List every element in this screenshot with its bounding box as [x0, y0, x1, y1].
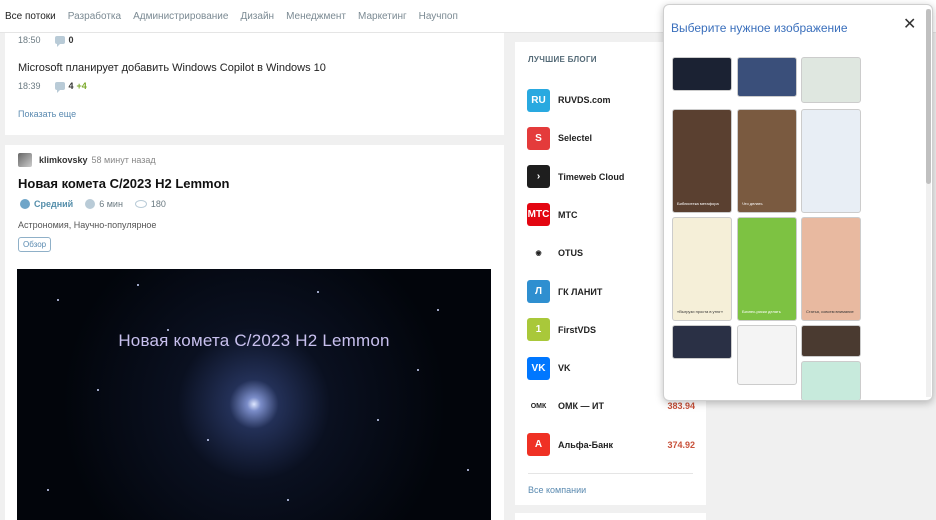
- show-more-link[interactable]: Показать еще: [18, 109, 76, 119]
- sidebar-next-block: [515, 513, 706, 520]
- tab-administration[interactable]: Администрирование: [133, 11, 228, 22]
- article-card: klimkovsky 58 минут назад Новая комета C…: [5, 145, 504, 520]
- popup-scrollbar[interactable]: [926, 9, 931, 397]
- author-name[interactable]: klimkovsky: [39, 155, 88, 165]
- image-thumbnail[interactable]: [801, 57, 861, 103]
- thumbnail-caption: Бизнес-риски делать: [742, 309, 781, 314]
- author-line: klimkovsky 58 минут назад: [18, 153, 156, 167]
- image-thumbnail[interactable]: [801, 109, 861, 213]
- image-thumbnail[interactable]: [801, 361, 861, 400]
- company-name[interactable]: ОМК — ИТ: [558, 401, 667, 411]
- tab-management[interactable]: Менеджмент: [286, 11, 346, 22]
- company-logo-icon: Л: [527, 280, 550, 303]
- company-rating: 374.92: [667, 439, 695, 450]
- image-thumbnail[interactable]: Что делать: [737, 109, 797, 213]
- comment-count[interactable]: 4: [69, 81, 74, 91]
- comment-icon: [54, 36, 65, 47]
- news-item-meta: 18:39 4 +4: [18, 81, 87, 93]
- comment-count[interactable]: 0: [69, 35, 74, 45]
- stream-tabs: Все потоки Разработка Администрирование …: [0, 0, 458, 33]
- company-logo-icon: ОМК: [527, 394, 550, 418]
- cover-title: Новая комета C/2023 H2 Lemmon: [118, 331, 390, 350]
- company-logo-icon: А: [527, 433, 550, 457]
- post-meta: Средний 6 мин 180: [20, 199, 178, 209]
- image-thumbnail[interactable]: «Выгрузи проста в утюг»: [672, 217, 732, 321]
- tab-marketing[interactable]: Маркетинг: [358, 11, 407, 22]
- scrollbar-thumb[interactable]: [926, 9, 931, 184]
- company-logo-icon: S: [527, 126, 550, 150]
- divider: [528, 473, 693, 474]
- post-title[interactable]: Новая комета C/2023 H2 Lemmon: [18, 176, 230, 191]
- image-thumbnail[interactable]: [672, 325, 732, 359]
- thumbnail-caption: Что делать: [742, 201, 763, 206]
- company-rating: 383.94: [667, 401, 695, 412]
- clock-icon: [85, 199, 96, 209]
- thumbnail-caption: Статья, совсем внимание: [806, 309, 854, 314]
- company-logo-icon: ◉: [527, 241, 550, 265]
- avatar[interactable]: [18, 153, 32, 167]
- company-logo-icon: 1: [527, 318, 550, 342]
- reading-time-label: 6 мин: [99, 199, 123, 209]
- news-time: 18:39: [18, 81, 41, 91]
- comment-icon: [54, 82, 65, 93]
- complexity: Средний: [20, 199, 73, 209]
- company-logo-icon: VK: [527, 356, 550, 380]
- tab-design[interactable]: Дизайн: [240, 11, 274, 22]
- post-cover-image[interactable]: Новая комета C/2023 H2 Lemmon: [17, 269, 491, 520]
- views-count: 180: [150, 199, 166, 209]
- image-picker-popup: Выберите нужное изображение ✕ Библиотека…: [663, 4, 933, 401]
- image-thumbnail[interactable]: Библиотека метафора: [672, 109, 732, 213]
- close-icon[interactable]: ✕: [903, 14, 916, 34]
- image-thumbnail[interactable]: [672, 57, 732, 91]
- company-name[interactable]: Альфа-Банк: [558, 440, 667, 450]
- news-block: 18:50 0 Microsoft планирует добавить Win…: [5, 33, 504, 135]
- tab-popsci[interactable]: Научпоп: [419, 11, 458, 22]
- complexity-icon: [20, 199, 30, 209]
- blog-item[interactable]: А Альфа-Банк 374.92: [527, 433, 695, 457]
- company-logo-icon: ›: [527, 165, 550, 189]
- company-logo-icon: МТС: [527, 203, 550, 227]
- thumbnail-caption: Библиотека метафора: [677, 201, 719, 206]
- image-thumbnail[interactable]: [737, 57, 797, 97]
- tab-development[interactable]: Разработка: [68, 11, 121, 22]
- news-item-meta-prev: 18:50 0: [18, 35, 74, 47]
- tab-all-streams[interactable]: Все потоки: [5, 11, 56, 22]
- post-tag[interactable]: Обзор: [18, 237, 52, 252]
- views: 180: [134, 199, 166, 209]
- image-thumbnail[interactable]: [801, 325, 861, 357]
- news-title[interactable]: Microsoft планирует добавить Windows Cop…: [18, 62, 326, 74]
- reading-time: 6 мин: [85, 199, 123, 209]
- news-time: 18:50: [18, 35, 41, 45]
- popup-title: Выберите нужное изображение: [671, 21, 848, 35]
- complexity-label: Средний: [34, 199, 74, 209]
- post-hubs[interactable]: Астрономия, Научно-популярное: [18, 220, 156, 230]
- image-thumbnail[interactable]: [737, 325, 797, 385]
- eye-icon: [134, 200, 147, 208]
- company-logo-icon: RU: [527, 88, 550, 112]
- post-time: 58 минут назад: [91, 155, 156, 165]
- thumbnail-caption: «Выгрузи проста в утюг»: [677, 309, 724, 314]
- comment-delta: +4: [76, 81, 87, 91]
- sidebar-title: ЛУЧШИЕ БЛОГИ: [528, 55, 597, 64]
- all-companies-link[interactable]: Все компании: [528, 485, 586, 495]
- image-thumbnail[interactable]: Статья, совсем внимание: [801, 217, 861, 321]
- image-thumbnail[interactable]: Бизнес-риски делать: [737, 217, 797, 321]
